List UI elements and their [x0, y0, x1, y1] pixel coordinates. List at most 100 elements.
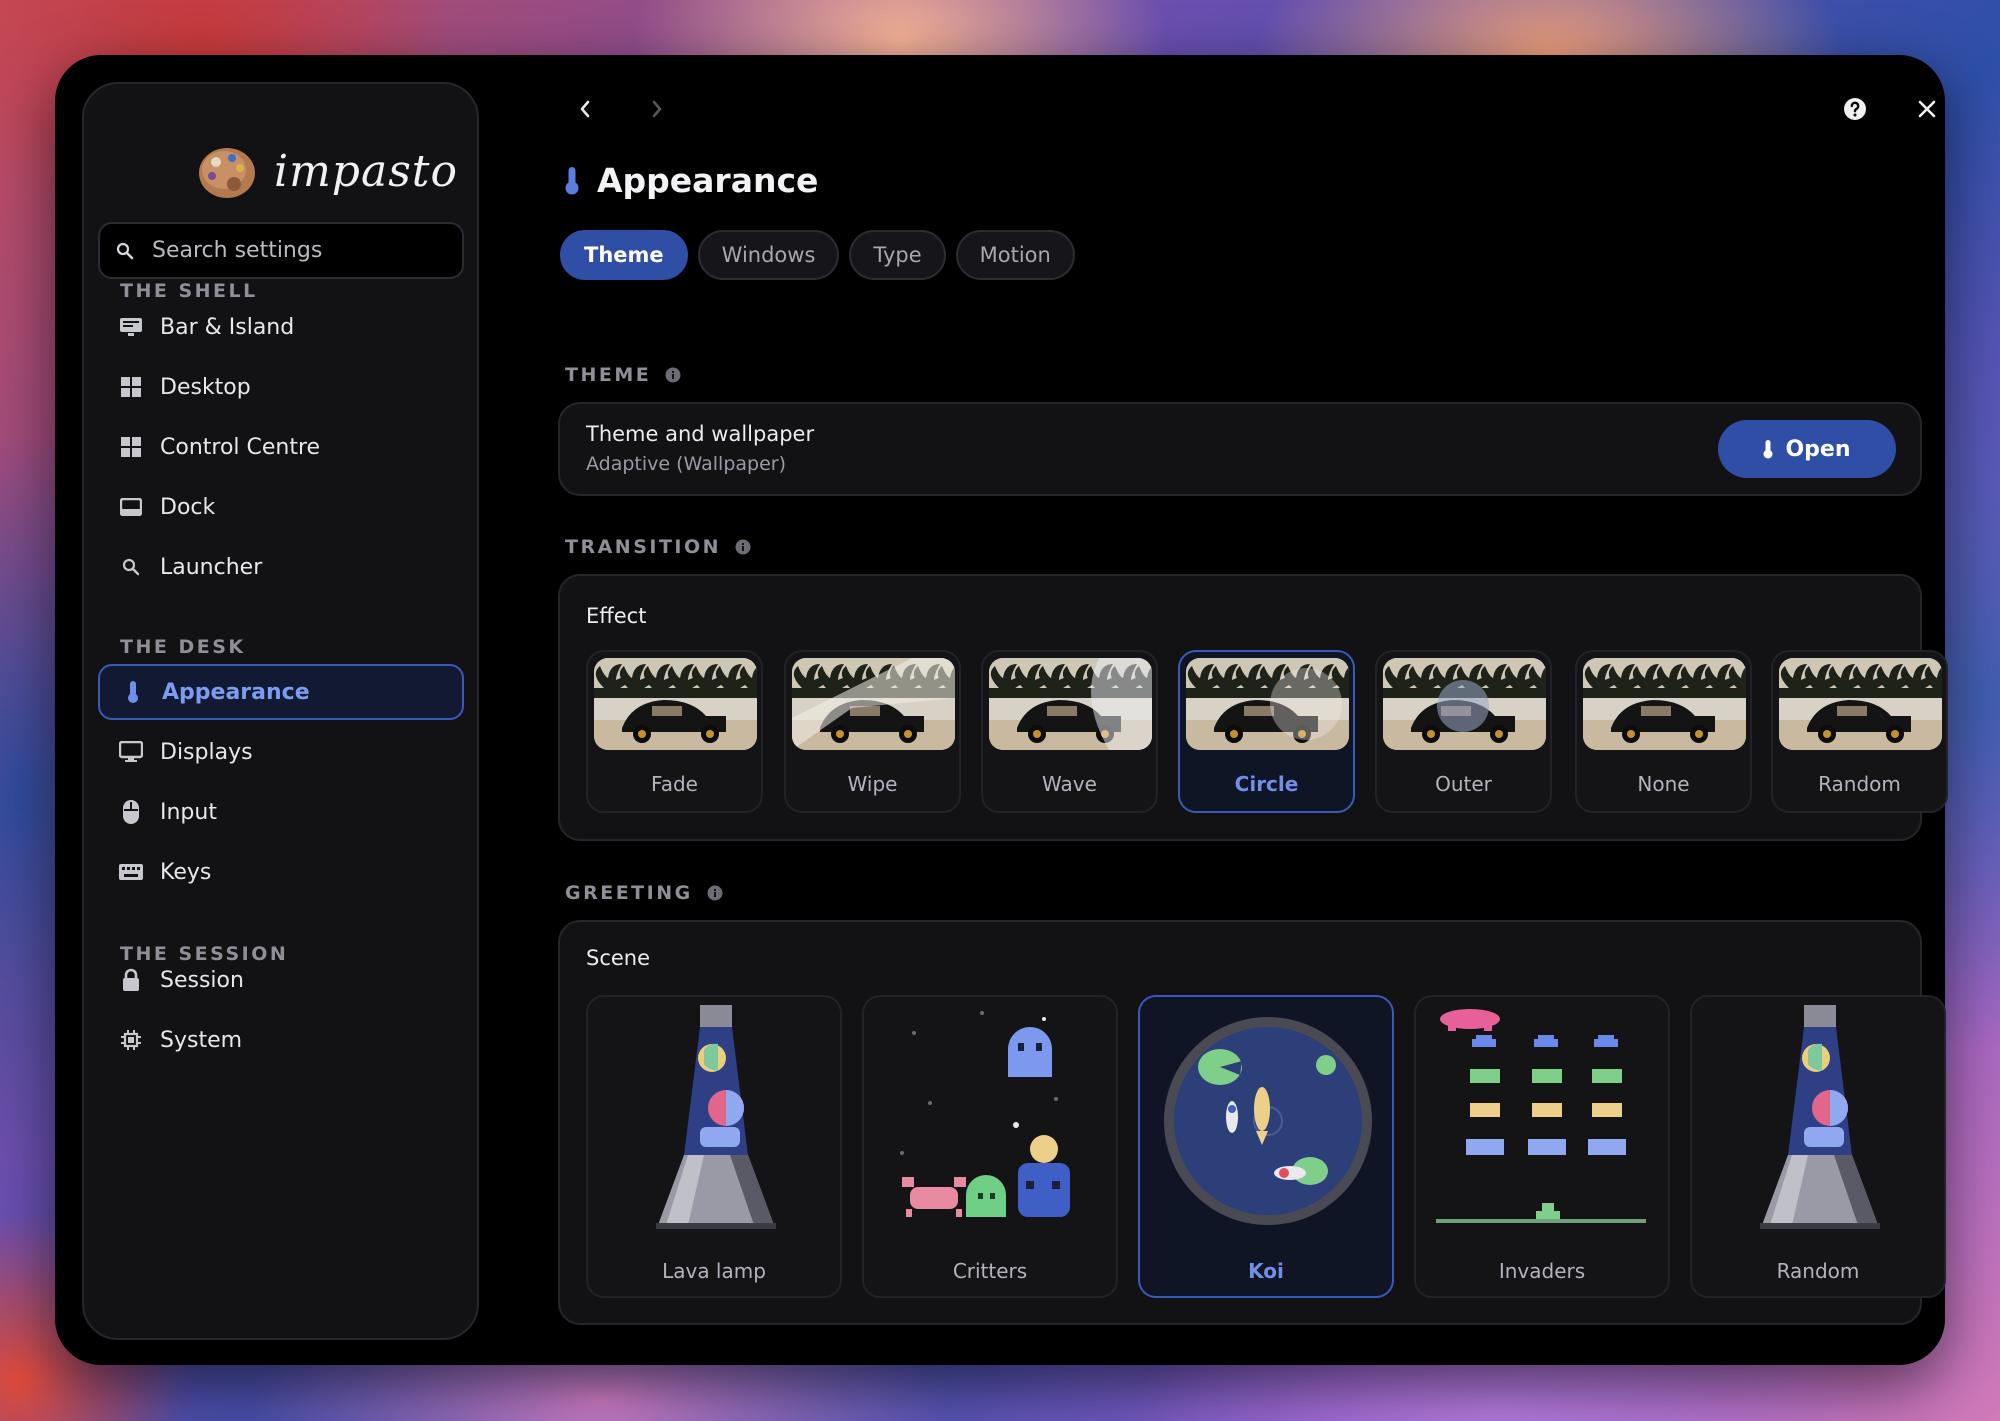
search-icon	[118, 554, 144, 580]
sidebar-item-label: Input	[160, 799, 217, 825]
greeting-card: Scene Lava lamp Critters Koi Invaders Ra…	[558, 920, 1946, 1325]
effect-thumbnail	[1779, 658, 1942, 750]
sidebar-item-label: Bar & Island	[160, 314, 295, 340]
chevron-right-icon	[652, 100, 662, 118]
effect-thumbnail	[594, 658, 757, 750]
info-icon[interactable]	[665, 367, 681, 383]
grid-icon	[118, 434, 144, 460]
sidebar-item-launcher[interactable]: Launcher	[98, 539, 464, 595]
section-label-desk: THE DESK	[120, 636, 246, 658]
scene-option-lava-lamp[interactable]: Lava lamp	[586, 995, 842, 1298]
effect-option-wipe[interactable]: Wipe	[784, 650, 961, 813]
chevron-left-icon	[580, 100, 590, 118]
scene-label: Invaders	[1498, 1259, 1586, 1283]
open-label: Open	[1785, 436, 1851, 462]
scene-label: Koi	[1248, 1259, 1284, 1283]
effect-option-fade[interactable]: Fade	[586, 650, 763, 813]
sidebar-item-displays[interactable]: Displays	[98, 724, 464, 780]
sidebar-item-dock[interactable]: Dock	[98, 479, 464, 535]
thermometer-icon	[120, 679, 146, 705]
effect-thumbnail	[1383, 658, 1546, 750]
sidebar-item-bar-island[interactable]: Bar & Island	[98, 299, 464, 355]
open-theme-button[interactable]: Open	[1718, 420, 1896, 478]
section-header-label: GREETING	[565, 882, 693, 904]
page-title: Appearance	[597, 161, 819, 200]
monitor-icon	[118, 739, 144, 765]
main-content: Appearance Theme Windows Type Motion THE…	[503, 55, 1948, 1365]
sidebar-item-system[interactable]: System	[98, 1012, 464, 1068]
search-input[interactable]	[152, 238, 452, 263]
car-beach-thumbnail	[594, 658, 757, 750]
effect-option-none[interactable]: None	[1575, 650, 1752, 813]
effect-thumbnail	[1583, 658, 1746, 750]
effect-thumbnail	[792, 658, 955, 750]
close-icon	[1918, 100, 1936, 118]
sidebar-item-label: Launcher	[160, 554, 263, 580]
keyboard-icon	[118, 859, 144, 885]
theme-row-subtitle: Adaptive (Wallpaper)	[586, 453, 786, 475]
scene-label: Random	[1776, 1259, 1860, 1283]
effect-option-wave[interactable]: Wave	[981, 650, 1158, 813]
sidebar-item-input[interactable]: Input	[98, 784, 464, 840]
car-beach-thumbnail	[1583, 658, 1746, 750]
theme-section-header: THEME	[565, 364, 681, 386]
palette-logo-icon	[199, 148, 255, 198]
section-header-label: THEME	[565, 364, 652, 386]
forward-button[interactable]	[637, 89, 677, 129]
help-icon	[1844, 98, 1866, 120]
cpu-icon	[118, 1027, 144, 1053]
theme-card: Theme and wallpaper Adaptive (Wallpaper)…	[558, 402, 1922, 496]
help-button[interactable]	[1835, 89, 1875, 129]
scene-option-critters[interactable]: Critters	[862, 995, 1118, 1298]
sidebar-item-label: Control Centre	[160, 434, 321, 460]
car-beach-thumbnail	[1383, 658, 1546, 750]
grid-icon	[118, 374, 144, 400]
section-header-label: TRANSITION	[565, 536, 722, 558]
sidebar-item-desktop[interactable]: Desktop	[98, 359, 464, 415]
effect-label: Fade	[651, 772, 698, 796]
theme-row-title: Theme and wallpaper	[586, 422, 815, 446]
effect-option-random[interactable]: Random	[1771, 650, 1948, 813]
car-beach-thumbnail	[792, 658, 955, 750]
effect-option-circle[interactable]: Circle	[1178, 650, 1355, 813]
effect-label: Wave	[1042, 772, 1097, 796]
koi-pond-illustration	[1164, 1017, 1372, 1225]
sidebar-item-keys[interactable]: Keys	[98, 844, 464, 900]
close-button[interactable]	[1907, 89, 1947, 129]
sidebar: impasto THE SHELL Bar & Island Desktop C…	[82, 82, 479, 1340]
transition-section-header: TRANSITION	[565, 536, 751, 558]
car-beach-thumbnail	[1779, 658, 1942, 750]
scene-option-random[interactable]: Random	[1690, 995, 1946, 1298]
sidebar-item-label: Keys	[160, 859, 212, 885]
car-beach-thumbnail	[1186, 658, 1349, 750]
info-icon[interactable]	[707, 885, 723, 901]
dock-icon	[118, 494, 144, 520]
effect-label: Circle	[1234, 772, 1299, 796]
info-icon[interactable]	[735, 539, 751, 555]
effect-label: Wipe	[847, 772, 898, 796]
effect-label: Outer	[1435, 772, 1492, 796]
sidebar-item-session[interactable]: Session	[98, 952, 464, 1008]
scene-option-invaders[interactable]: Invaders	[1414, 995, 1670, 1298]
effect-label: None	[1637, 772, 1690, 796]
tab-theme[interactable]: Theme	[560, 230, 688, 280]
tab-motion[interactable]: Motion	[955, 230, 1075, 280]
thermometer-icon	[1763, 439, 1773, 459]
sidebar-item-control-centre[interactable]: Control Centre	[98, 419, 464, 475]
back-button[interactable]	[565, 89, 605, 129]
tab-windows[interactable]: Windows	[697, 230, 840, 280]
effect-option-outer[interactable]: Outer	[1375, 650, 1552, 813]
mouse-icon	[118, 799, 144, 825]
scene-option-koi[interactable]: Koi	[1138, 995, 1394, 1298]
page-header: Appearance	[565, 161, 818, 200]
effect-row-title: Effect	[586, 604, 647, 628]
thermometer-icon	[565, 166, 579, 194]
car-beach-thumbnail	[989, 658, 1152, 750]
effect-label: Random	[1818, 772, 1901, 796]
greeting-section-header: GREETING	[565, 882, 723, 904]
app-logo: impasto	[196, 140, 458, 202]
tab-type[interactable]: Type	[849, 230, 946, 280]
settings-window: impasto THE SHELL Bar & Island Desktop C…	[55, 55, 1948, 1365]
sidebar-item-appearance[interactable]: Appearance	[98, 664, 464, 720]
search-field[interactable]	[98, 222, 464, 279]
